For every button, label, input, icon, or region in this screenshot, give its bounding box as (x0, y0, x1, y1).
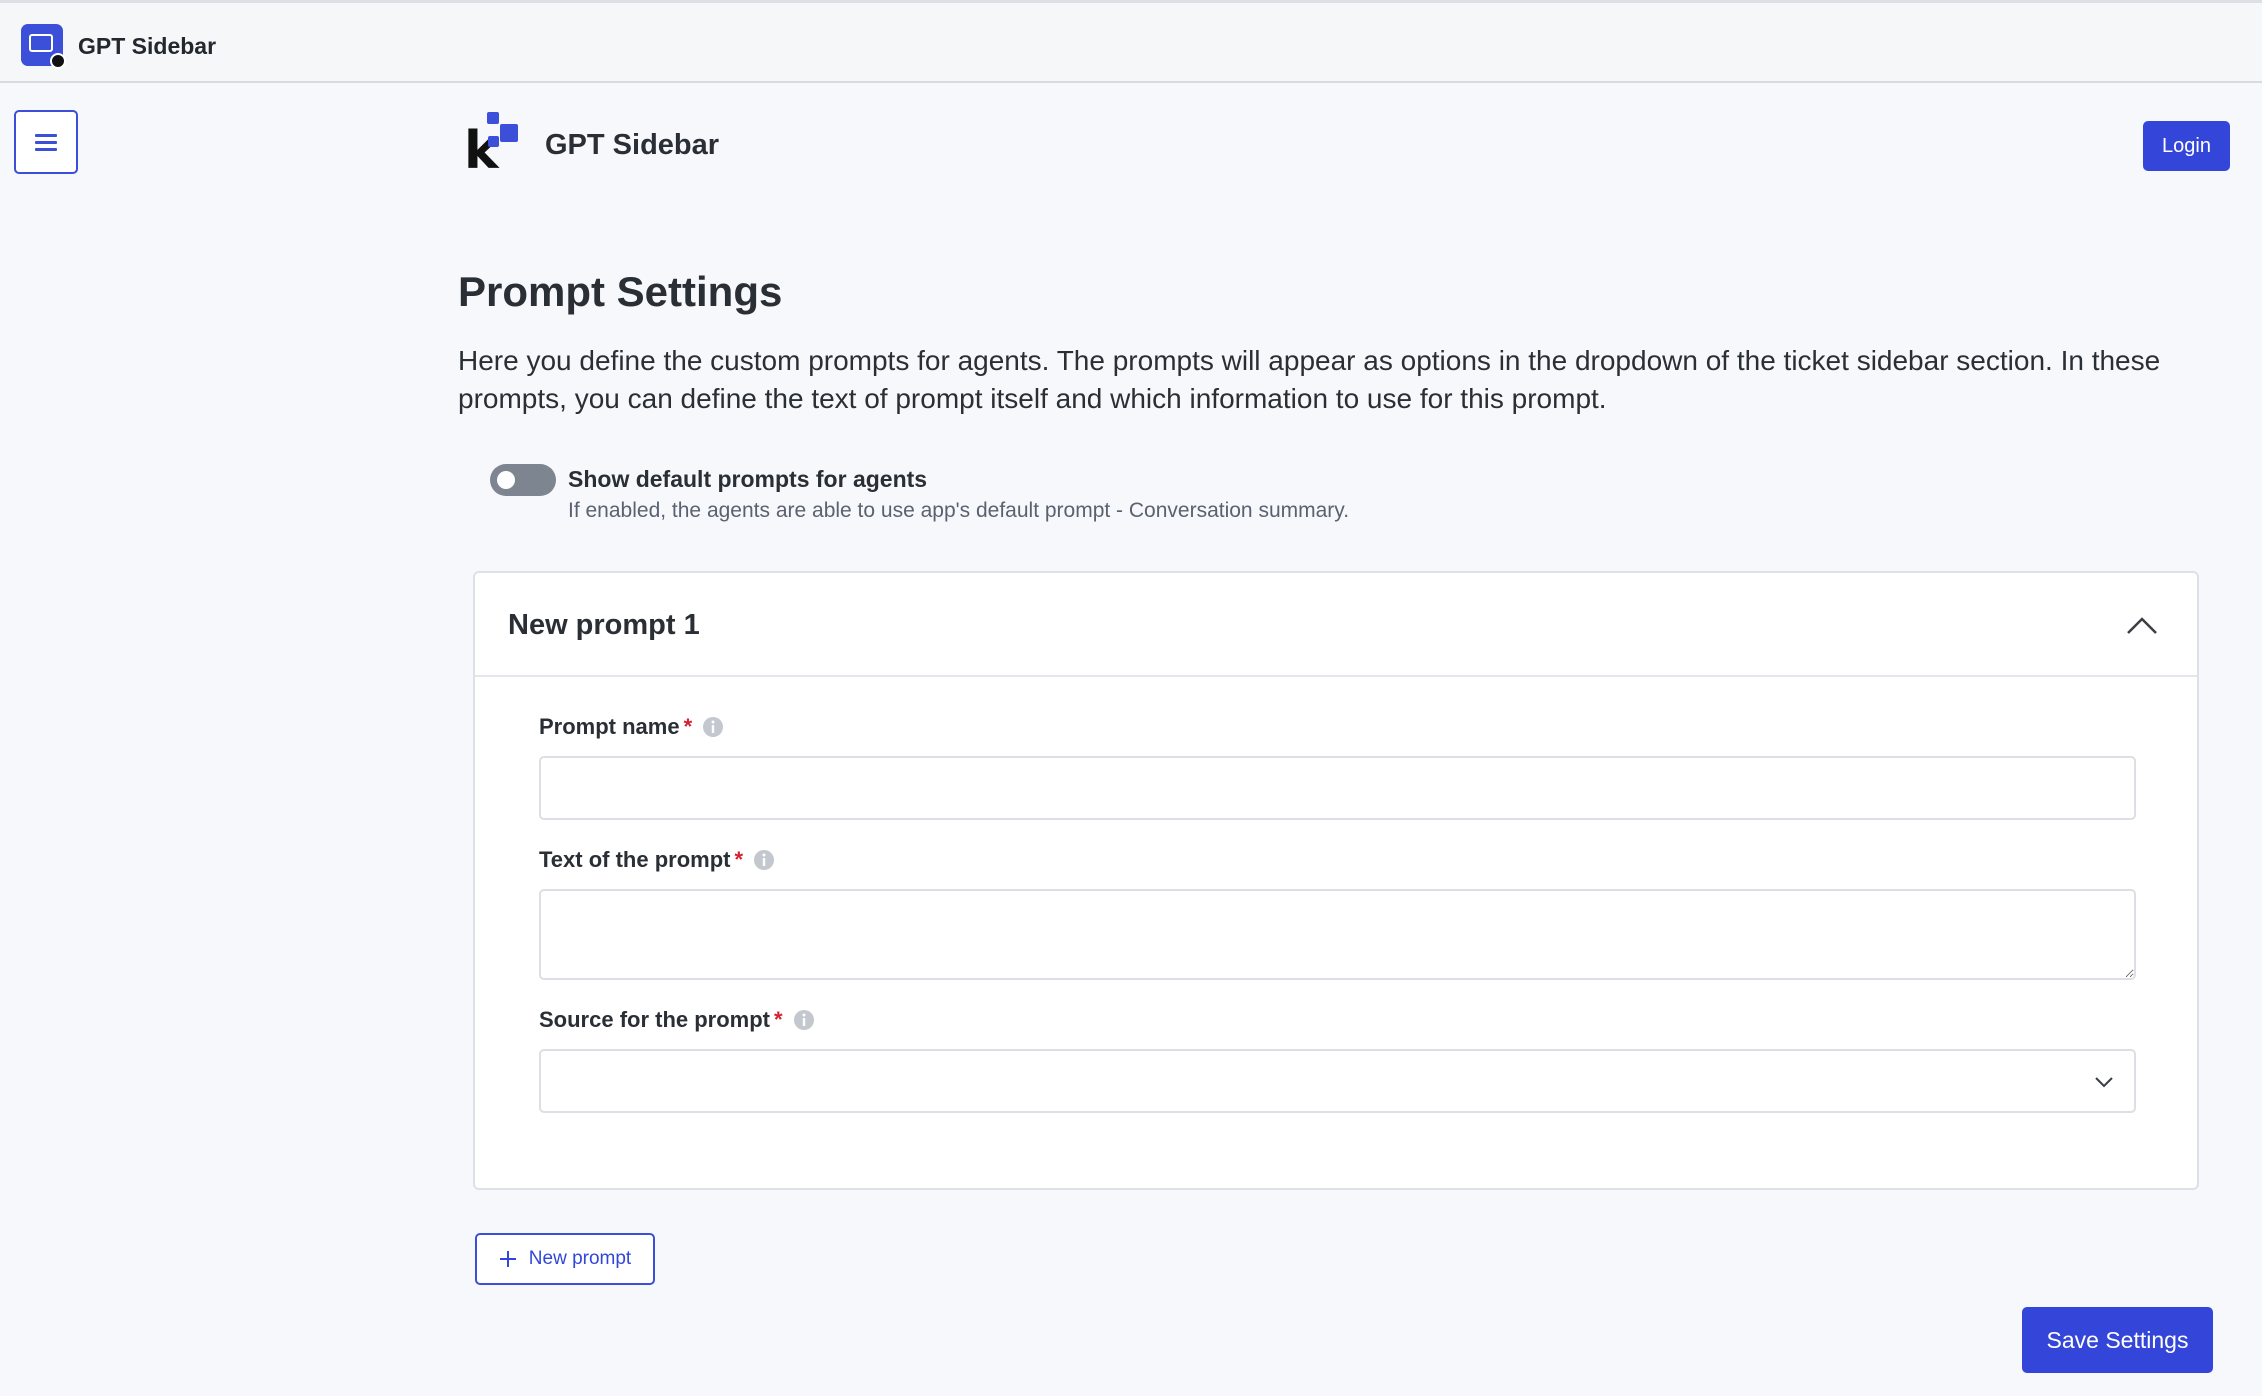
new-prompt-label: New prompt (528, 1248, 632, 1269)
plus-icon (499, 1251, 516, 1267)
page-title: Prompt Settings (458, 268, 783, 315)
prompt-source-select[interactable] (539, 1049, 2136, 1113)
hamburger-menu-icon (35, 130, 57, 155)
prompt-card-title: New prompt 1 (508, 609, 700, 641)
prompt-name-label: Prompt name * (539, 714, 724, 740)
info-icon[interactable] (753, 849, 775, 871)
prompt-text-label: Text of the prompt * (539, 847, 775, 873)
app-title: GPT Sidebar (78, 33, 217, 59)
default-prompts-help: If enabled, the agents are able to use a… (568, 499, 1350, 522)
hamburger-menu-button[interactable] (14, 110, 78, 174)
info-icon[interactable] (702, 716, 724, 738)
prompt-card: New prompt 1 Prompt name * Text of the pr… (473, 571, 2199, 1190)
default-prompts-label: Show default prompts for agents (568, 466, 928, 492)
required-marker: * (774, 1007, 783, 1032)
prompt-text-textarea[interactable] (539, 889, 2136, 980)
chevron-down-icon (2095, 1077, 2113, 1088)
info-icon[interactable] (793, 1009, 815, 1031)
prompt-source-label: Source for the prompt * (539, 1007, 815, 1033)
chevron-up-icon[interactable] (2125, 613, 2159, 637)
page-description: Here you define the custom prompts for a… (458, 345, 2161, 414)
prompt-card-header[interactable]: New prompt 1 (475, 573, 2197, 677)
required-marker: * (683, 714, 693, 739)
required-marker: * (734, 847, 744, 872)
top-bar: GPT Sidebar (0, 0, 2262, 83)
save-settings-button[interactable]: Save Settings (2022, 1307, 2213, 1373)
toggle-knob (497, 471, 515, 489)
new-prompt-button[interactable]: New prompt (475, 1233, 655, 1285)
brand-title: GPT Sidebar (545, 129, 720, 161)
login-button[interactable]: Login (2143, 121, 2230, 171)
prompt-name-input[interactable] (539, 756, 2136, 820)
k-logo: k (464, 112, 518, 172)
app-icon (21, 24, 66, 69)
default-prompts-toggle[interactable] (490, 464, 556, 496)
